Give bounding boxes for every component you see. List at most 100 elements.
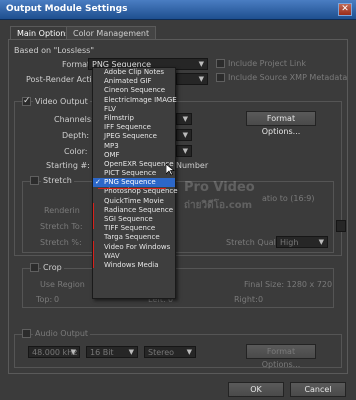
format-option-label: Video For Windows bbox=[104, 242, 171, 251]
audio-rate-select[interactable]: 48.000 kHz ▼ bbox=[28, 346, 80, 358]
format-option[interactable]: Cineon Sequence bbox=[93, 86, 175, 95]
depth-select[interactable]: ▼ bbox=[176, 129, 192, 141]
cancel-button[interactable]: Cancel bbox=[290, 382, 346, 397]
format-option[interactable]: MP3 bbox=[93, 142, 175, 151]
use-comp-number-label: Number bbox=[176, 161, 209, 170]
channels-select[interactable]: ▼ bbox=[176, 113, 192, 125]
starting-number-label: Starting #: bbox=[46, 161, 90, 170]
format-option[interactable]: Animated GIF bbox=[93, 77, 175, 86]
format-option[interactable]: OMF bbox=[93, 151, 175, 160]
format-option-label: WAV bbox=[104, 251, 120, 260]
format-option[interactable]: Targa Sequence bbox=[93, 233, 175, 242]
audio-output-label: Audio Output bbox=[33, 329, 91, 338]
audio-format-options-button[interactable]: Format Options... bbox=[246, 344, 316, 369]
format-option-label: QuickTime Movie bbox=[104, 196, 164, 205]
close-button[interactable]: ✕ bbox=[338, 3, 352, 16]
annotation-underline bbox=[98, 188, 166, 189]
format-option-label: FLV bbox=[104, 104, 116, 113]
title-bar: Output Module Settings ✕ bbox=[0, 0, 356, 20]
chevron-down-icon: ▼ bbox=[182, 131, 188, 139]
format-option-label: PNG Sequence bbox=[104, 178, 156, 187]
watermark-subtext: ถ่ายวิดีโอ.com bbox=[184, 200, 253, 211]
format-option[interactable]: TIFF Sequence bbox=[93, 224, 175, 233]
video-output-label: Video Output bbox=[33, 97, 90, 106]
stretch-label: Stretch bbox=[41, 176, 74, 185]
mouse-cursor-icon bbox=[165, 163, 175, 176]
include-project-link-checkbox[interactable] bbox=[216, 59, 225, 68]
format-option[interactable]: Filmstrip bbox=[93, 114, 175, 123]
crop-right-label: Right: bbox=[234, 295, 258, 304]
based-on-label: Based on "Lossless" bbox=[14, 46, 94, 55]
format-option[interactable]: PICT Sequence bbox=[93, 169, 175, 178]
format-option[interactable]: IFF Sequence bbox=[93, 123, 175, 132]
format-option-label: TIFF Sequence bbox=[104, 224, 156, 233]
watermark-text: Pro Video bbox=[184, 180, 255, 195]
format-option-label: Animated GIF bbox=[104, 77, 152, 86]
format-option-label: IFF Sequence bbox=[104, 123, 151, 132]
color-select[interactable]: ▼ bbox=[176, 145, 192, 157]
chevron-down-icon: ▼ bbox=[198, 60, 204, 68]
audio-bits-select[interactable]: 16 Bit ▼ bbox=[86, 346, 138, 358]
format-option-label: OMF bbox=[104, 150, 120, 159]
crop-right-value[interactable]: 0 bbox=[258, 295, 263, 304]
format-option-label: OpenEXR Sequence bbox=[104, 159, 174, 168]
format-option-label: Targa Sequence bbox=[104, 233, 160, 242]
stretch-quality-select[interactable]: High ▼ bbox=[276, 236, 328, 248]
color-label: Color: bbox=[64, 147, 88, 156]
tab-color-management[interactable]: Color Management bbox=[66, 26, 157, 40]
format-option[interactable]: Radiance Sequence bbox=[93, 206, 175, 215]
format-option[interactable]: FLV bbox=[93, 105, 175, 114]
chevron-down-icon: ▼ bbox=[318, 238, 324, 246]
include-xmp-checkbox[interactable] bbox=[216, 73, 225, 82]
annotation-bracket bbox=[93, 241, 94, 268]
format-option-label: Adobe Clip Notes bbox=[104, 68, 165, 76]
audio-channels-select[interactable]: Stereo ▼ bbox=[144, 346, 196, 358]
include-xmp-label: Include Source XMP Metadata bbox=[228, 73, 348, 82]
format-option-label: Cineon Sequence bbox=[104, 86, 166, 95]
depth-label: Depth: bbox=[62, 131, 90, 140]
stretch-percent-label: Stretch %: bbox=[40, 238, 82, 247]
final-size-label: Final Size: 1280 x 720 bbox=[244, 280, 333, 289]
chevron-down-icon: ▼ bbox=[128, 348, 134, 356]
chevron-down-icon: ▼ bbox=[182, 115, 188, 123]
format-option-label: Windows Media bbox=[104, 260, 159, 269]
audio-bits-value: 16 Bit bbox=[90, 348, 114, 357]
video-output-checkbox[interactable] bbox=[22, 96, 31, 106]
format-option[interactable]: JPEG Sequence bbox=[93, 132, 175, 141]
format-option[interactable]: Windows Media bbox=[93, 261, 175, 270]
crop-checkbox[interactable] bbox=[30, 263, 39, 272]
video-format-options-button[interactable]: Format Options... bbox=[246, 111, 316, 136]
checkmark-icon: ✓ bbox=[95, 178, 101, 187]
chevron-down-icon: ▼ bbox=[186, 348, 192, 356]
format-option-label: SGI Sequence bbox=[104, 215, 153, 223]
rendering-label: Renderin bbox=[44, 206, 80, 215]
chevron-down-icon: ▼ bbox=[198, 75, 204, 83]
format-option-label: Filmstrip bbox=[104, 113, 134, 122]
crop-top-label: Top: bbox=[36, 295, 53, 304]
format-option[interactable]: OpenEXR Sequence bbox=[93, 160, 175, 169]
ok-button[interactable]: OK bbox=[228, 382, 284, 397]
stretch-checkbox[interactable] bbox=[30, 176, 39, 185]
format-option[interactable]: Video For Windows bbox=[93, 243, 175, 252]
format-option[interactable]: ElectricImage IMAGE bbox=[93, 95, 177, 105]
post-render-select[interactable]: ▼ bbox=[176, 73, 208, 85]
use-region-label: Use Region bbox=[40, 280, 85, 289]
audio-output-checkbox[interactable] bbox=[22, 329, 31, 338]
crop-top-value[interactable]: 0 bbox=[54, 295, 59, 304]
format-option[interactable]: ✓ PNG Sequence bbox=[93, 178, 175, 188]
window-title: Output Module Settings bbox=[6, 4, 128, 14]
annotation-bracket bbox=[93, 203, 94, 229]
ratio-label: atio to (16:9) bbox=[262, 194, 315, 203]
format-option-label: MP3 bbox=[104, 141, 119, 150]
format-option[interactable]: SGI Sequence bbox=[93, 215, 175, 224]
stretch-quality-value: High bbox=[280, 238, 299, 247]
chevron-down-icon: ▼ bbox=[70, 348, 76, 356]
format-option-label: PICT Sequence bbox=[104, 169, 157, 178]
format-option[interactable]: Adobe Clip Notes bbox=[93, 68, 175, 77]
stretch-to-label: Stretch To: bbox=[40, 222, 83, 231]
stretch-to-select[interactable] bbox=[336, 220, 346, 232]
format-option[interactable]: QuickTime Movie bbox=[93, 197, 175, 206]
include-project-link-label: Include Project Link bbox=[228, 59, 306, 68]
format-option[interactable]: WAV bbox=[93, 252, 175, 261]
format-option-label: ElectricImage IMAGE bbox=[104, 95, 177, 104]
